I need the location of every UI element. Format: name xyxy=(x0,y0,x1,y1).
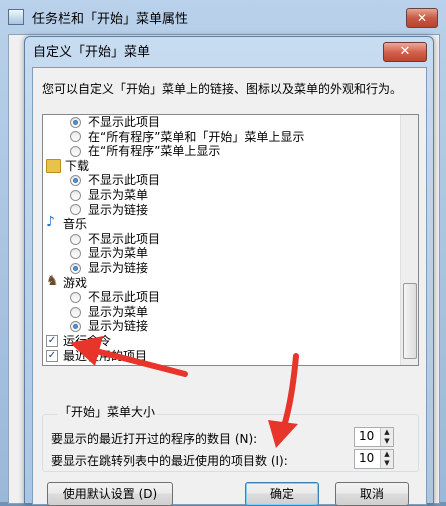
jumplist-items-spinner[interactable]: 10 ▲ ▼ xyxy=(354,449,394,469)
radio-option[interactable]: 显示为链接 xyxy=(43,319,399,334)
radio-checked-icon[interactable] xyxy=(70,321,81,333)
radio-checked-icon[interactable] xyxy=(70,262,81,274)
radio-unchecked-icon[interactable] xyxy=(70,131,81,143)
recent-programs-spinner[interactable]: 10 ▲ ▼ xyxy=(354,427,394,447)
option-label: 不显示此项目 xyxy=(88,173,161,188)
outer-window-title: 任务栏和「开始」菜单属性 xyxy=(32,11,189,27)
radio-option[interactable]: 显示为菜单 xyxy=(43,305,399,320)
dialog-description: 您可以自定义「开始」菜单上的链接、图标以及菜单的外观和行为。 xyxy=(42,82,403,96)
radio-option[interactable]: 显示为链接 xyxy=(43,261,399,276)
option-label: 显示为菜单 xyxy=(88,246,149,261)
option-label: 游戏 xyxy=(63,275,88,290)
option-list-scrollbar[interactable] xyxy=(400,115,418,365)
window-app-icon xyxy=(8,9,24,25)
jumplist-items-value[interactable]: 10 xyxy=(359,451,374,465)
games-icon xyxy=(46,274,59,289)
scrollbar-thumb[interactable] xyxy=(403,283,417,359)
radio-option[interactable]: 显示为菜单 xyxy=(43,188,399,203)
option-label: 显示为菜单 xyxy=(88,304,149,319)
dialog-client-area: 您可以自定义「开始」菜单上的链接、图标以及菜单的外观和行为。 不显示此项目 在“所… xyxy=(32,67,427,506)
option-label: 显示为菜单 xyxy=(88,187,149,202)
radio-option[interactable]: 不显示此项目 xyxy=(43,232,399,247)
radio-unchecked-icon[interactable] xyxy=(70,291,81,303)
radio-unchecked-icon[interactable] xyxy=(70,248,81,260)
radio-option[interactable]: 在“所有程序”菜单和「开始」菜单上显示 xyxy=(43,130,399,145)
option-category: 下载 xyxy=(43,159,399,174)
radio-unchecked-icon[interactable] xyxy=(70,189,81,201)
use-default-settings-button[interactable]: 使用默认设置 (D) xyxy=(47,482,173,506)
checkbox-option[interactable]: ✓ 运行命令 xyxy=(43,334,399,349)
option-label: 显示为链接 xyxy=(88,202,149,217)
radio-option[interactable]: 在“所有程序”菜单上显示 xyxy=(43,144,399,159)
option-label: 在“所有程序”菜单上显示 xyxy=(88,144,221,159)
radio-unchecked-icon[interactable] xyxy=(70,306,81,318)
start-menu-size-legend: 「开始」菜单大小 xyxy=(57,403,158,420)
option-label: 在“所有程序”菜单和「开始」菜单上显示 xyxy=(88,129,305,144)
option-label: 音乐 xyxy=(63,217,88,232)
checkbox-checked-icon[interactable]: ✓ xyxy=(46,349,58,362)
option-label: 下载 xyxy=(65,158,90,173)
dialog-close-button[interactable]: ✕ xyxy=(383,42,427,62)
outer-titlebar: 任务栏和「开始」菜单属性 xyxy=(8,6,188,28)
radio-checked-icon[interactable] xyxy=(70,175,81,187)
option-label: 最近使用的项目 xyxy=(63,348,148,363)
radio-unchecked-icon[interactable] xyxy=(70,233,81,245)
radio-option[interactable]: 不显示此项目 xyxy=(43,173,399,188)
recent-programs-value[interactable]: 10 xyxy=(359,429,374,443)
checkbox-checked-icon[interactable]: ✓ xyxy=(46,335,58,348)
option-list-rows: 不显示此项目 在“所有程序”菜单和「开始」菜单上显示 在“所有程序”菜单上显示 下载不… xyxy=(43,115,399,363)
option-category: 音乐 xyxy=(43,215,399,232)
option-label: 显示为链接 xyxy=(88,319,149,334)
start-menu-option-list[interactable]: 不显示此项目 在“所有程序”菜单和「开始」菜单上显示 在“所有程序”菜单上显示 下载不… xyxy=(42,114,419,366)
option-category: 游戏 xyxy=(43,274,399,291)
option-label: 不显示此项目 xyxy=(88,231,161,246)
customize-start-menu-dialog: 自定义「开始」菜单 ✕ 您可以自定义「开始」菜单上的链接、图标以及菜单的外观和行… xyxy=(24,36,434,506)
recent-programs-label: 要显示的最近打开过的程序的数目 (N): xyxy=(51,432,258,446)
ok-button[interactable]: 确定 xyxy=(245,482,319,506)
checkbox-option[interactable]: ✓ 最近使用的项目 xyxy=(43,349,399,364)
option-label: 不显示此项目 xyxy=(88,115,161,129)
spinner-arrows-icon[interactable]: ▲ ▼ xyxy=(380,428,393,446)
cancel-button[interactable]: 取消 xyxy=(335,482,409,506)
dialog-title: 自定义「开始」菜单 xyxy=(33,45,151,60)
folder-icon xyxy=(46,159,61,174)
music-icon xyxy=(46,215,59,230)
radio-option[interactable]: 显示为菜单 xyxy=(43,246,399,261)
outer-close-button[interactable]: ✕ xyxy=(406,8,438,28)
jumplist-items-label: 要显示在跳转列表中的最近使用的项目数 (I): xyxy=(51,454,288,468)
radio-unchecked-icon[interactable] xyxy=(70,204,81,216)
radio-option[interactable]: 显示为链接 xyxy=(43,203,399,218)
radio-checked-icon[interactable] xyxy=(70,116,81,128)
option-label: 不显示此项目 xyxy=(88,290,161,305)
radio-option[interactable]: 不显示此项目 xyxy=(43,290,399,305)
radio-option[interactable]: 不显示此项目 xyxy=(43,115,399,130)
spinner-arrows-icon[interactable]: ▲ ▼ xyxy=(380,450,393,468)
radio-unchecked-icon[interactable] xyxy=(70,145,81,157)
option-label: 运行命令 xyxy=(63,333,112,348)
option-label: 显示为链接 xyxy=(88,260,149,275)
